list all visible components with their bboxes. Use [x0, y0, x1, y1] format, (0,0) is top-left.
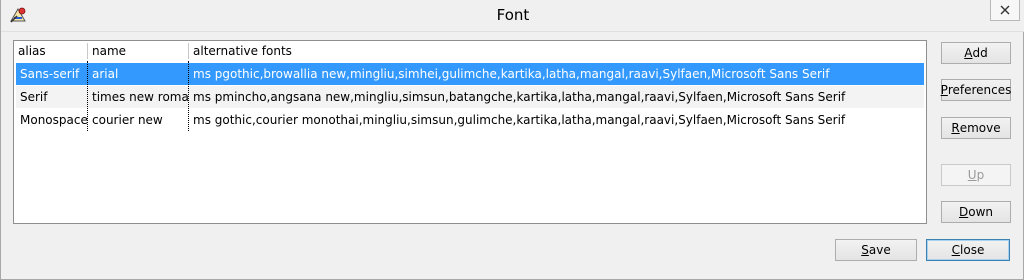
cell-alternative-fonts: ms pgothic,browallia new,mingliu,simhei,…: [193, 67, 830, 81]
remove-button[interactable]: Remove: [941, 117, 1011, 139]
column-header-alias[interactable]: alias: [14, 41, 87, 61]
close-window-button[interactable]: [990, 0, 1020, 21]
preferences-button[interactable]: Preferences: [941, 79, 1011, 101]
cell-alias: Monospace: [20, 113, 88, 127]
cell-alias: Sans-serif: [20, 67, 80, 81]
add-button[interactable]: Add: [941, 42, 1011, 64]
font-list[interactable]: alias name alternative fonts Sans-serif …: [13, 40, 927, 224]
column-grid-line: [188, 61, 190, 131]
title-bar[interactable]: Font: [1, 0, 1024, 32]
save-button[interactable]: Save: [835, 239, 917, 261]
cell-alternative-fonts: ms gothic,courier monothai,mingliu,simsu…: [193, 113, 846, 127]
table-row[interactable]: Monospace courier new ms gothic,courier …: [16, 109, 924, 131]
list-header: alias name alternative fonts: [14, 41, 926, 61]
down-button[interactable]: Down: [941, 201, 1011, 223]
cell-name: arial: [92, 67, 119, 81]
window-title: Font: [496, 6, 530, 24]
close-icon: [1000, 5, 1010, 15]
column-header-name[interactable]: name: [88, 41, 188, 61]
column-header-alternative-fonts[interactable]: alternative fonts: [189, 41, 489, 61]
cell-alternative-fonts: ms pmincho,angsana new,mingliu,simsun,ba…: [193, 90, 846, 104]
up-button[interactable]: Up: [941, 164, 1011, 186]
cell-name: courier new: [92, 113, 163, 127]
table-row[interactable]: Serif times new roman ms pmincho,angsana…: [16, 86, 924, 108]
column-grid-line: [87, 61, 89, 131]
table-row[interactable]: Sans-serif arial ms pgothic,browallia ne…: [16, 63, 924, 85]
close-button[interactable]: Close: [926, 239, 1010, 261]
cell-name: times new roman: [92, 90, 188, 104]
font-dialog: Font alias name alternative fonts Sans-s…: [0, 0, 1024, 280]
cell-alias: Serif: [20, 90, 48, 104]
